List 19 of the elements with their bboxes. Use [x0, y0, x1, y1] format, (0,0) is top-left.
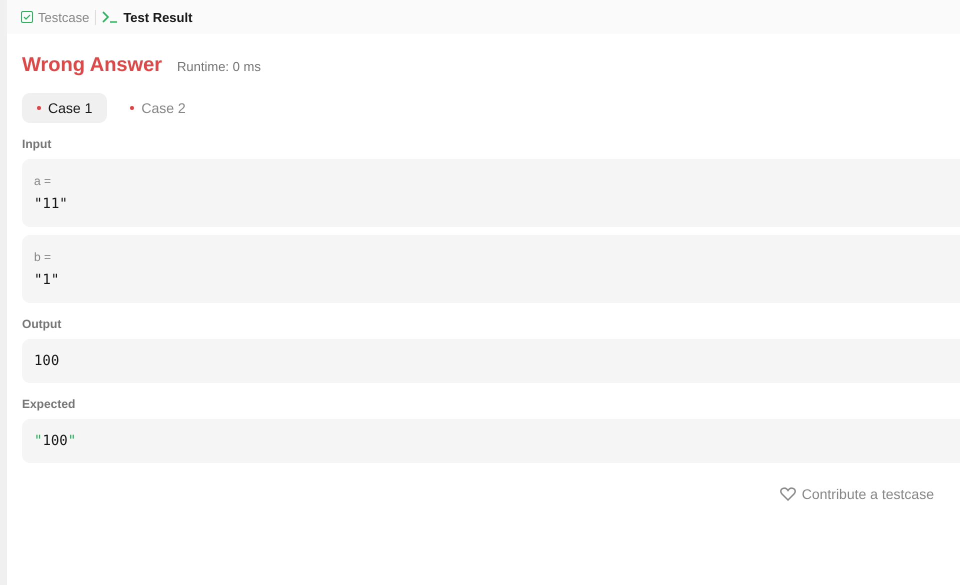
verdict-title: Wrong Answer [22, 54, 162, 77]
heart-icon [780, 487, 796, 501]
panel-tab[interactable]: Test Result [95, 10, 198, 24]
case-tab[interactable]: Case 1 [22, 93, 108, 123]
expected-value: "100" [34, 433, 76, 449]
case-tab[interactable]: Case 2 [115, 93, 201, 123]
section-label: Input [22, 137, 52, 151]
section-label: Expected [22, 397, 76, 411]
panel-tab[interactable]: Testcase [15, 10, 96, 24]
output-value: 100 [34, 353, 60, 369]
parameter-name: a = [34, 174, 52, 188]
parameter-name: b = [34, 250, 52, 264]
parameter-value: "1" [34, 272, 60, 288]
parameter-value: "11" [34, 196, 68, 212]
runtime-text: Runtime: 0 ms [177, 59, 261, 74]
section-label: Output [22, 317, 62, 331]
terminal-icon [102, 11, 118, 23]
checkbox-icon [21, 11, 33, 23]
contribute-link[interactable]: Contribute a testcase [774, 485, 940, 503]
